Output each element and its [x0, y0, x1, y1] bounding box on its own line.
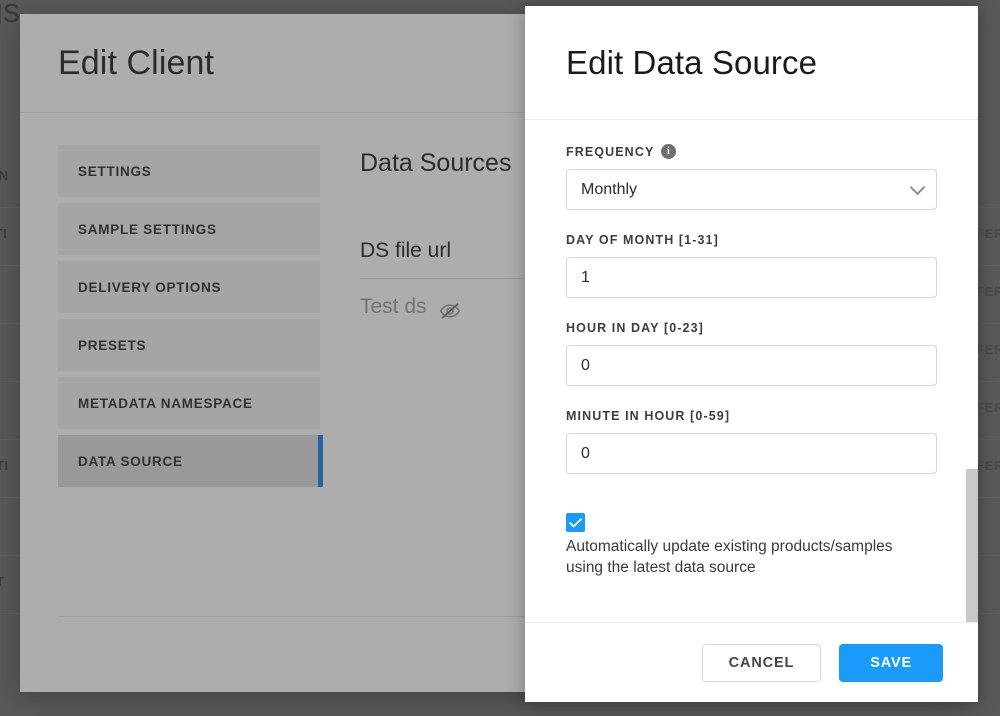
day-of-month-label: DAY OF MONTH [1-31]: [566, 233, 937, 247]
hour-in-day-input[interactable]: [566, 345, 937, 386]
frequency-label-text: FREQUENCY: [566, 144, 655, 159]
drawer-header: Edit Data Source: [525, 6, 978, 120]
day-of-month-label-text: DAY OF MONTH [1-31]: [566, 233, 719, 247]
info-icon[interactable]: i: [661, 144, 677, 159]
edit-data-source-drawer: Edit Data Source FREQUENCY i Monthly DAY…: [525, 6, 978, 702]
hour-in-day-label-text: HOUR IN DAY [0-23]: [566, 321, 704, 335]
save-button[interactable]: SAVE: [839, 643, 943, 682]
drawer-title: Edit Data Source: [566, 43, 818, 81]
frequency-select[interactable]: Monthly: [566, 169, 937, 210]
minute-in-hour-label: MINUTE IN HOUR [0-59]: [566, 409, 937, 423]
cancel-button[interactable]: CANCEL: [701, 643, 822, 682]
drawer-footer: CANCEL SAVE: [525, 622, 978, 702]
minute-in-hour-input[interactable]: [566, 433, 937, 474]
hour-in-day-label: HOUR IN DAY [0-23]: [566, 321, 937, 335]
screen-root: gs TIN TTI FER FER FER E FER: [0, 0, 1000, 716]
auto-update-checkbox[interactable]: [566, 513, 585, 532]
auto-update-label: Automatically update existing products/s…: [566, 538, 893, 576]
drawer-body: FREQUENCY i Monthly DAY OF MONTH [1-31] …: [525, 120, 978, 622]
minute-in-hour-label-text: MINUTE IN HOUR [0-59]: [566, 409, 731, 423]
frequency-label: FREQUENCY i: [566, 144, 937, 159]
auto-update-block: Automatically update existing products/s…: [566, 513, 937, 578]
frequency-selected-value: Monthly: [581, 180, 638, 198]
drawer-scrollbar[interactable]: [966, 469, 978, 622]
frequency-select-wrapper: Monthly: [566, 169, 937, 210]
day-of-month-input[interactable]: [566, 257, 937, 298]
